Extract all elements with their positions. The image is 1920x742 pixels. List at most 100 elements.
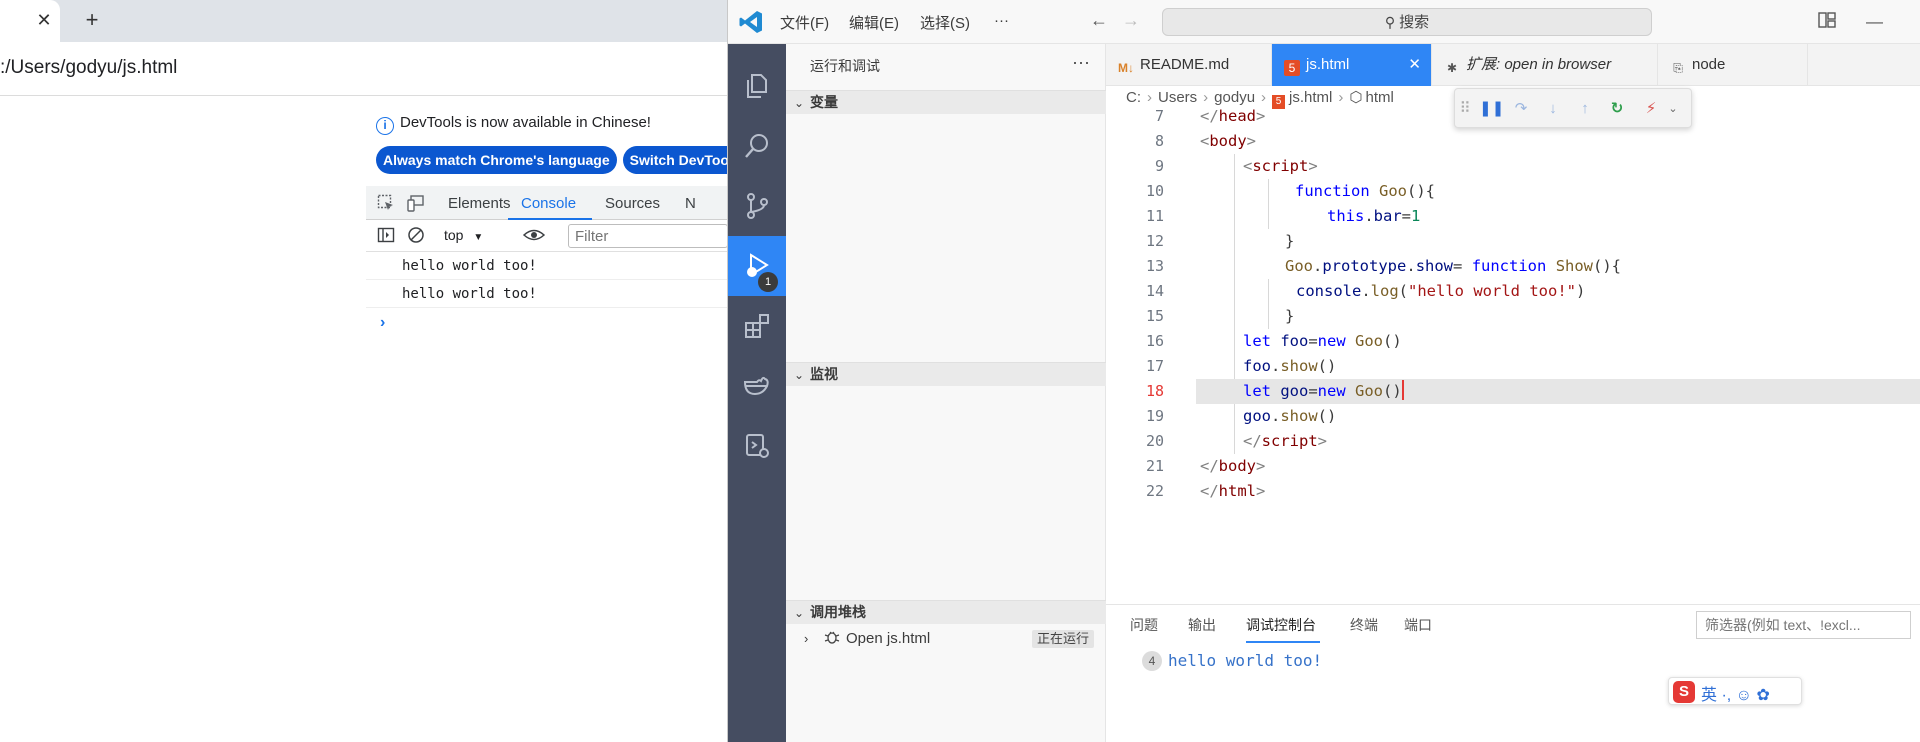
search-icon[interactable]: [728, 116, 786, 176]
tab-js-html[interactable]: 5 js.html ✕: [1272, 44, 1432, 86]
callstack-item[interactable]: › Open js.html 正在运行: [786, 626, 1106, 652]
text-cursor: [1401, 380, 1404, 400]
sidebar-title: 运行和调试: [810, 58, 880, 74]
device-toolbar-icon[interactable]: [406, 194, 426, 212]
callstack-label: Open js.html: [846, 630, 931, 647]
callstack-section-header[interactable]: ⌄ 调用堆栈: [786, 600, 1106, 624]
disconnect-icon[interactable]: ⚡: [1641, 99, 1661, 119]
sogou-logo-icon: S: [1673, 681, 1695, 703]
tab-elements[interactable]: Elements: [448, 195, 511, 212]
explorer-icon[interactable]: [728, 56, 786, 116]
docker-icon[interactable]: [728, 356, 786, 416]
filter-input[interactable]: [568, 224, 728, 248]
run-debug-icon[interactable]: 1: [728, 236, 786, 296]
code-line: foo.show(): [1243, 357, 1337, 375]
line-number-gutter: 7 8 9 10 11 12 13 14 15 16 17 18 19 20 2…: [1106, 107, 1196, 540]
variables-section-header[interactable]: ⌄ 变量: [786, 90, 1106, 114]
line-number: 9: [1154, 157, 1164, 175]
context-selector[interactable]: top ▼: [444, 227, 483, 243]
back-icon[interactable]: ←: [1090, 10, 1108, 31]
code-line-current: let goo=new Goo(): [1196, 379, 1920, 404]
console-log-line: hello world too!: [366, 280, 728, 308]
sidebar-toggle-icon[interactable]: [376, 226, 396, 244]
step-into-icon[interactable]: ↓: [1543, 99, 1563, 119]
context-value: top: [444, 227, 464, 243]
panel-tab-output[interactable]: 输出: [1188, 615, 1216, 635]
console-log-line: hello world too!: [366, 252, 728, 280]
tab-node[interactable]: ⎘ node: [1658, 44, 1808, 86]
tab-label: js.html: [1306, 56, 1350, 73]
tab-console[interactable]: Console: [521, 195, 576, 212]
debug-console-filter-input[interactable]: [1696, 611, 1911, 639]
line-number: 16: [1145, 332, 1164, 350]
vscode-titlebar: 文件(F) 编辑(E) 选择(S) ··· ← → ⚲ 搜索 —: [728, 0, 1920, 44]
markdown-icon: M↓: [1118, 61, 1134, 75]
panel-tab-problems[interactable]: 问题: [1130, 615, 1158, 635]
url-text[interactable]: :/Users/godyu/js.html: [0, 57, 177, 79]
layout-icon[interactable]: [1818, 12, 1836, 33]
line-number: 19: [1145, 407, 1164, 425]
step-over-icon[interactable]: ↷: [1511, 99, 1531, 119]
step-out-icon[interactable]: ↑: [1575, 99, 1595, 119]
code-line: Goo.prototype.show= function Show(){: [1285, 257, 1622, 275]
indent-guide: [1268, 179, 1269, 229]
repeat-count-badge: 4: [1142, 651, 1162, 671]
close-icon[interactable]: ✕: [34, 10, 54, 30]
tab-network[interactable]: N: [685, 195, 696, 212]
more-actions-icon[interactable]: ···: [1072, 52, 1090, 73]
inspect-element-icon[interactable]: [376, 194, 396, 212]
eye-icon[interactable]: [522, 226, 546, 244]
console-prompt[interactable]: ›: [380, 314, 385, 332]
command-center-search[interactable]: ⚲ 搜索: [1162, 8, 1652, 36]
tab-extension-open-in-browser[interactable]: ✱ 扩展: open in browser: [1432, 44, 1658, 86]
source-control-icon[interactable]: [728, 176, 786, 236]
tab-sources[interactable]: Sources: [605, 195, 660, 212]
menu-selection[interactable]: 选择(S): [920, 12, 970, 33]
line-number: 20: [1145, 432, 1164, 450]
activity-bar: 1: [728, 44, 786, 742]
extensions-icon[interactable]: [728, 296, 786, 356]
new-tab-icon[interactable]: +: [80, 9, 104, 33]
menu-file[interactable]: 文件(F): [780, 12, 829, 33]
editor-tabs: M↓ README.md 5 js.html ✕ ✱ 扩展: open in brows…: [1106, 44, 1920, 86]
chevron-right-icon: ›: [804, 631, 809, 646]
chevron-down-icon: ▼: [473, 232, 484, 243]
code-line: goo.show(): [1243, 407, 1337, 425]
ime-status: 英 ·, ☺ ✿: [1701, 687, 1770, 704]
clear-console-icon[interactable]: [406, 226, 426, 244]
extension-preview-icon: ✱: [1446, 61, 1458, 75]
match-language-button[interactable]: Always match Chrome's language: [376, 146, 617, 174]
remote-explorer-icon[interactable]: [728, 416, 786, 476]
panel-tab-debug-console[interactable]: 调试控制台: [1246, 615, 1316, 635]
forward-icon[interactable]: →: [1122, 10, 1140, 31]
restart-icon[interactable]: ↻: [1607, 99, 1627, 119]
indent-guide: [1234, 154, 1235, 454]
code-editor[interactable]: </head> <body> <script> function Goo(){ …: [1196, 107, 1920, 540]
code-line: let foo=new Goo(): [1243, 332, 1402, 350]
line-number-current: 18: [1145, 382, 1164, 400]
drag-handle-icon[interactable]: ⠿: [1459, 99, 1471, 119]
menu-edit[interactable]: 编辑(E): [849, 12, 899, 33]
close-icon[interactable]: ✕: [1408, 44, 1421, 86]
devtools-tabbar: Elements Console Sources N: [366, 186, 728, 220]
code-line: }: [1285, 307, 1295, 325]
minimize-icon[interactable]: —: [1866, 12, 1883, 32]
pause-icon[interactable]: ❚❚: [1479, 99, 1504, 119]
tab-readme[interactable]: M↓ README.md: [1106, 44, 1272, 86]
line-number: 11: [1145, 207, 1164, 225]
watch-section-header[interactable]: ⌄ 监视: [786, 362, 1106, 386]
line-number: 22: [1145, 482, 1164, 500]
address-bar[interactable]: :/Users/godyu/js.html: [0, 42, 728, 96]
section-label: 监视: [810, 366, 838, 382]
run-debug-sidebar: 运行和调试 ··· ⌄ 变量 ⌄ 监视 ⌄ 调用堆栈 › Open js.html 正…: [786, 44, 1106, 742]
code-line: }: [1285, 232, 1295, 250]
panel-tab-ports[interactable]: 端口: [1404, 615, 1432, 635]
chrome-tab[interactable]: ✕: [0, 0, 60, 42]
desktop: ✕ + :/Users/godyu/js.html i DevTools is n…: [0, 0, 1920, 742]
ime-toolbar[interactable]: S 英 ·, ☺ ✿: [1668, 677, 1802, 705]
debug-console-output: 4 hello world too!: [1142, 651, 1322, 671]
panel-tab-terminal[interactable]: 终端: [1350, 615, 1378, 635]
menu-more[interactable]: ···: [994, 12, 1009, 29]
chevron-down-icon[interactable]: ⌄: [1663, 99, 1683, 119]
line-number: 14: [1145, 282, 1164, 300]
